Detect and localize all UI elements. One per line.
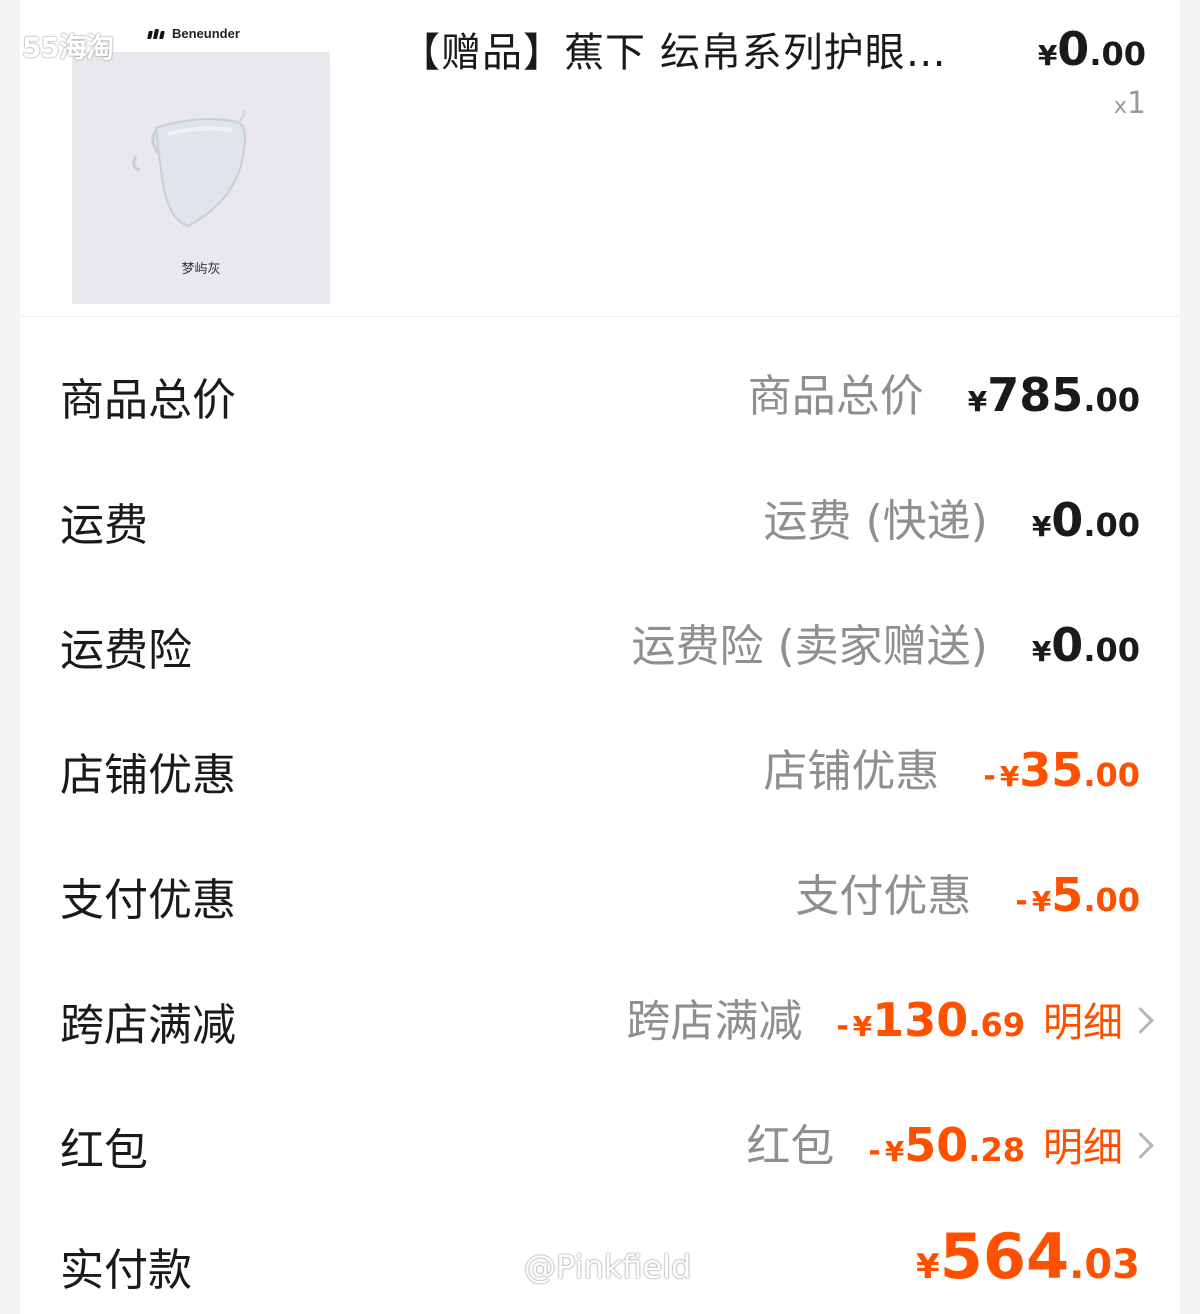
product-price: ¥0.00 <box>1038 22 1146 76</box>
row-sublabel: 红包 <box>746 1121 835 1172</box>
currency-symbol: ¥ <box>1031 885 1052 918</box>
price-decimal: .00 <box>1089 35 1146 73</box>
amount-decimal: .00 <box>1083 631 1140 669</box>
brand-mark-icon <box>147 28 165 39</box>
order-detail-card: 梦屿灰 Beneunder 【赠品】蕉下 纭帛系列护眼… ¥0.00 x1 商品… <box>20 0 1180 1314</box>
minus-sign: - <box>983 759 996 794</box>
product-thumbnail[interactable]: 梦屿灰 <box>72 52 330 304</box>
amount-decimal: .00 <box>1083 881 1140 919</box>
currency-symbol: ¥ <box>1031 510 1052 543</box>
row-amount: - ¥130.69 <box>836 993 1025 1047</box>
amount-decimal: .69 <box>968 1006 1025 1044</box>
chevron-right-icon[interactable] <box>1127 1132 1154 1159</box>
row-amount: ¥785.00 <box>968 368 1140 422</box>
row-sublabel: 运费险 (卖家赠送) <box>631 621 988 672</box>
amount-integer: 5 <box>1051 868 1084 922</box>
row-label: 商品总价 <box>60 375 236 426</box>
mask-product-image <box>132 109 247 228</box>
row-label: 跨店满减 <box>60 1000 236 1051</box>
row-amount: - ¥50.28 <box>868 1118 1025 1172</box>
row-sublabel: 支付优惠 <box>795 871 972 922</box>
detail-link[interactable]: 明细 <box>1043 1115 1123 1173</box>
summary-row-store-discount: 店铺优惠 店铺优惠 - ¥35.00 <box>20 717 1180 817</box>
product-title[interactable]: 【赠品】蕉下 纭帛系列护眼… <box>400 20 947 78</box>
product-row[interactable]: 梦屿灰 Beneunder 【赠品】蕉下 纭帛系列护眼… ¥0.00 x1 <box>20 0 1180 317</box>
detail-link[interactable]: 明细 <box>1043 990 1123 1048</box>
currency-symbol: ¥ <box>1037 39 1058 72</box>
summary-row-item-total: 商品总价 商品总价 ¥785.00 <box>20 342 1180 442</box>
row-label: 店铺优惠 <box>60 750 236 801</box>
amount-integer: 0 <box>1051 618 1084 672</box>
row-sublabel: 跨店满减 <box>626 996 803 1047</box>
amount-integer: 130 <box>872 993 969 1047</box>
product-color-label: 梦屿灰 <box>181 262 221 277</box>
summary-row-shipping-insurance: 运费险 运费险 (卖家赠送) ¥0.00 <box>20 592 1180 692</box>
quantity-prefix: x <box>1113 94 1127 119</box>
brand-name: Beneunder <box>172 26 240 41</box>
amount-decimal: .00 <box>1083 381 1140 419</box>
amount-decimal: .03 <box>1069 1242 1140 1288</box>
amount-decimal: .28 <box>968 1131 1025 1169</box>
product-quantity: x1 <box>1114 86 1146 121</box>
summary-row-red-packet[interactable]: 红包 红包 - ¥50.28 明细 <box>20 1092 1180 1192</box>
summary-row-cross-store-discount[interactable]: 跨店满减 跨店满减 - ¥130.69 明细 <box>20 967 1180 1067</box>
row-amount: - ¥5.00 <box>1015 868 1140 922</box>
minus-sign: - <box>1015 884 1028 919</box>
amount-integer: 50 <box>904 1118 969 1172</box>
amount-decimal: .00 <box>1083 756 1140 794</box>
row-sublabel: 运费 (快递) <box>763 496 988 547</box>
amount-integer: 785 <box>987 368 1084 422</box>
summary-row-shipping: 运费 运费 (快递) ¥0.00 <box>20 467 1180 567</box>
currency-symbol: ¥ <box>967 385 988 418</box>
row-amount: ¥0.00 <box>1032 493 1140 547</box>
row-label: 运费险 <box>60 625 192 676</box>
minus-sign: - <box>868 1134 881 1169</box>
currency-symbol: ¥ <box>999 760 1020 793</box>
site-watermark: 55海淘 <box>22 31 114 64</box>
currency-symbol: ¥ <box>916 1247 940 1287</box>
quantity-value: 1 <box>1126 86 1146 121</box>
row-label: 红包 <box>60 1125 148 1176</box>
minus-sign: - <box>836 1009 849 1044</box>
row-sublabel: 店铺优惠 <box>763 746 940 797</box>
row-amount: - ¥35.00 <box>983 743 1140 797</box>
currency-symbol: ¥ <box>852 1010 873 1043</box>
row-label: 支付优惠 <box>60 875 236 926</box>
amount-decimal: .00 <box>1083 506 1140 544</box>
row-sublabel: 商品总价 <box>747 371 924 422</box>
amount-integer: 35 <box>1019 743 1084 797</box>
chevron-right-icon[interactable] <box>1127 1007 1154 1034</box>
total-label: 实付款 <box>60 1245 192 1296</box>
currency-symbol: ¥ <box>1031 635 1052 668</box>
amount-integer: 0 <box>1051 493 1084 547</box>
total-amount: ¥564.03 <box>916 1220 1140 1293</box>
brand-logo: Beneunder <box>147 26 240 41</box>
summary-row-payment-discount: 支付优惠 支付优惠 - ¥5.00 <box>20 842 1180 942</box>
amount-integer: 564 <box>939 1220 1070 1293</box>
currency-symbol: ¥ <box>884 1135 905 1168</box>
user-watermark: @Pinkfield <box>524 1248 692 1286</box>
row-amount: ¥0.00 <box>1032 618 1140 672</box>
row-label: 运费 <box>60 500 148 551</box>
price-integer: 0 <box>1057 22 1090 76</box>
